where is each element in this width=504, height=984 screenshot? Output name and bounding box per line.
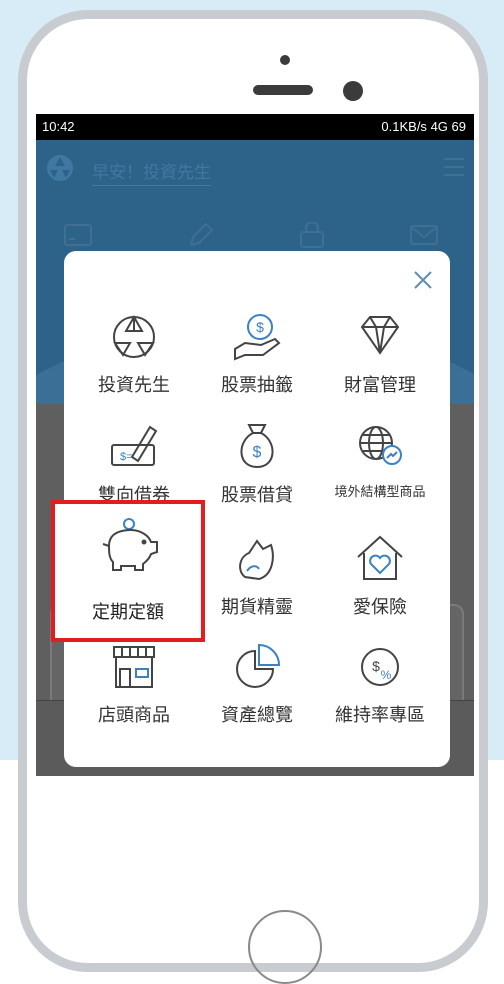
menu-item-wealth-management[interactable]: 財富管理: [318, 309, 442, 397]
proximity-sensor: [280, 55, 290, 65]
status-indicators: 0.1KB/s 4G 69: [381, 119, 466, 134]
svg-text:$: $: [372, 658, 380, 674]
menu-item-regular-investment[interactable]: 定期定額: [51, 500, 205, 642]
heart-house-icon: [357, 535, 403, 580]
status-time: 10:42: [42, 119, 75, 134]
menu-item-label: 境外結構型商品: [334, 485, 426, 500]
status-bar: 10:42 0.1KB/s 4G 69: [36, 114, 474, 140]
home-button[interactable]: [248, 910, 322, 984]
menu-item-futures-genie[interactable]: 期貨精靈: [195, 531, 319, 619]
front-camera: [343, 81, 363, 101]
menu-item-asset-overview[interactable]: 資產總覽: [195, 639, 319, 727]
lock-icon: [300, 222, 324, 248]
menu-item-investor[interactable]: 投資先生: [72, 309, 196, 397]
globe-chart-icon: [359, 426, 402, 465]
genie-icon: [239, 539, 274, 581]
store-icon: [113, 646, 155, 688]
greeting-text[interactable]: 早安！投資先生: [92, 158, 211, 186]
pie-chart-icon: [236, 643, 281, 688]
menu-item-label: 愛保險: [353, 597, 407, 618]
network-speed: 0.1KB/s: [381, 119, 427, 134]
money-hand-icon: $: [234, 314, 281, 361]
diamond-icon: [360, 316, 400, 355]
card-icon: [64, 224, 92, 246]
pen-icon: [189, 222, 214, 247]
menu-item-label: 財富管理: [344, 375, 416, 396]
piggy-bank-icon: [102, 518, 158, 571]
percent-coin-icon: $ %: [361, 648, 399, 686]
menu-item-label: 資產總覽: [221, 705, 293, 726]
menu-item-label: 投資先生: [98, 375, 170, 396]
menu-item-love-insurance[interactable]: 愛保險: [318, 531, 442, 619]
menu-item-securities-lending[interactable]: $= 雙向借券: [72, 419, 196, 507]
menu-item-offshore-structured[interactable]: 境外結構型商品: [318, 419, 442, 501]
battery-level: 69: [451, 119, 466, 134]
svg-text:$: $: [256, 319, 264, 335]
check-sign-icon: $=: [111, 425, 158, 466]
menu-item-stock-loan[interactable]: $ 股票借貸: [195, 419, 319, 507]
menu-item-label: 維持率專區: [335, 705, 425, 726]
menu-item-maintenance-ratio[interactable]: $ % 維持率專區: [318, 639, 442, 727]
signal-label: 4G: [430, 119, 448, 134]
svg-text:$=: $=: [120, 451, 133, 463]
money-bag-icon: $: [240, 424, 274, 469]
svg-text:$: $: [253, 444, 262, 461]
menu-item-otc-products[interactable]: 店頭商品: [72, 639, 196, 727]
menu-item-label: 期貨精靈: [221, 597, 293, 618]
mail-icon: [410, 225, 438, 245]
investor-icon: [113, 314, 155, 358]
app-logo-icon: [47, 155, 73, 181]
menu-item-label: 定期定額: [92, 602, 164, 623]
menu-item-label: 股票抽籤: [221, 375, 293, 396]
close-icon[interactable]: [412, 269, 434, 291]
earpiece-speaker: [253, 85, 313, 95]
menu-item-label: 店頭商品: [98, 705, 170, 726]
menu-item-stock-lottery[interactable]: $ 股票抽籤: [195, 309, 319, 397]
menu-item-label: 股票借貸: [221, 485, 293, 506]
svg-text:%: %: [381, 668, 392, 682]
hamburger-menu-icon[interactable]: [444, 158, 464, 176]
app-bar: 早安！投資先生: [36, 140, 474, 228]
